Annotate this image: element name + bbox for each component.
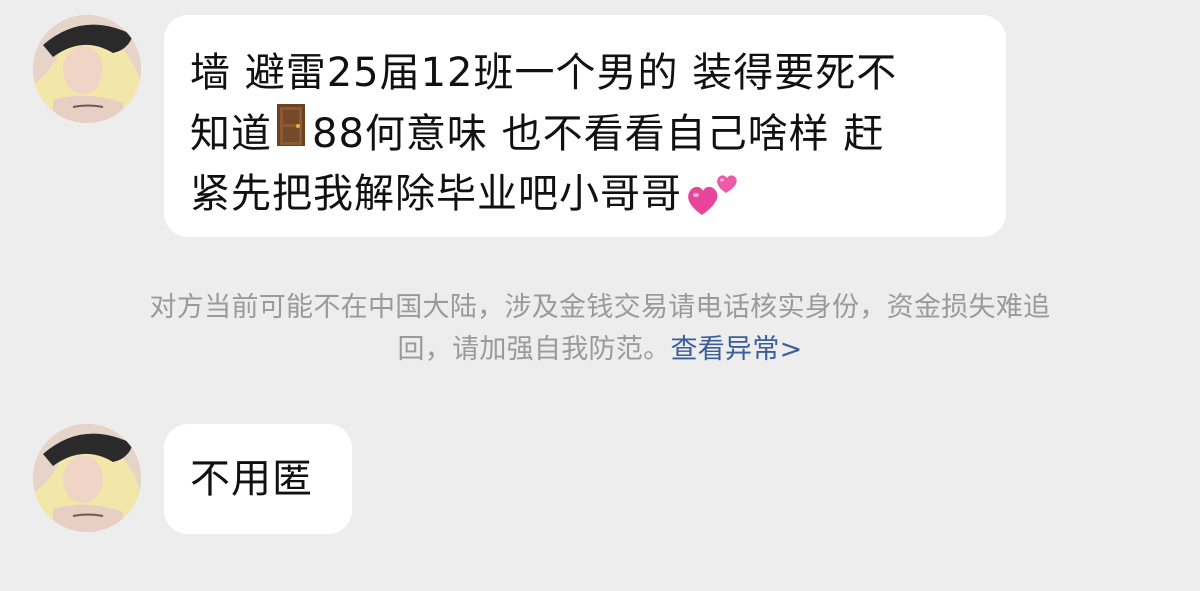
message-bubble[interactable]: 墙 避雷25届12班一个男的 装得要死不 知道 88何意味 也不看看自己啥样 赶… [164, 15, 1006, 237]
notice-text: 回，请加强自我防范。 [397, 334, 671, 365]
avatar-icon [33, 15, 141, 123]
message-text: 88何意味 也不看看自己啥样 赶 [312, 111, 885, 157]
message-text-line: 知道 88何意味 也不看看自己啥样 赶 [190, 103, 982, 164]
two-hearts-emoji [686, 169, 740, 219]
message-bubble[interactable]: 不用匿 [164, 424, 352, 534]
message-text: 紧先把我解除毕业吧小哥哥 [190, 171, 682, 217]
notice-line: 对方当前可能不在中国大陆，涉及金钱交易请电话核实身份，资金损失难追 [149, 292, 1051, 323]
message-text-line: 紧先把我解除毕业吧小哥哥 [190, 164, 982, 224]
safety-notice: 对方当前可能不在中国大陆，涉及金钱交易请电话核实身份，资金损失难追 回，请加强自… [0, 287, 1200, 371]
view-exception-link[interactable]: 查看异常> [670, 334, 802, 365]
avatar[interactable] [33, 15, 141, 123]
avatar-icon [33, 424, 141, 532]
door-emoji [276, 103, 306, 147]
message-text: 知道 [190, 111, 272, 157]
notice-line: 回，请加强自我防范。查看异常> [0, 329, 1200, 371]
avatar[interactable] [33, 424, 141, 532]
message-text-line: 墙 避雷25届12班一个男的 装得要死不 [190, 50, 898, 96]
message-text: 不用匿 [190, 456, 313, 502]
